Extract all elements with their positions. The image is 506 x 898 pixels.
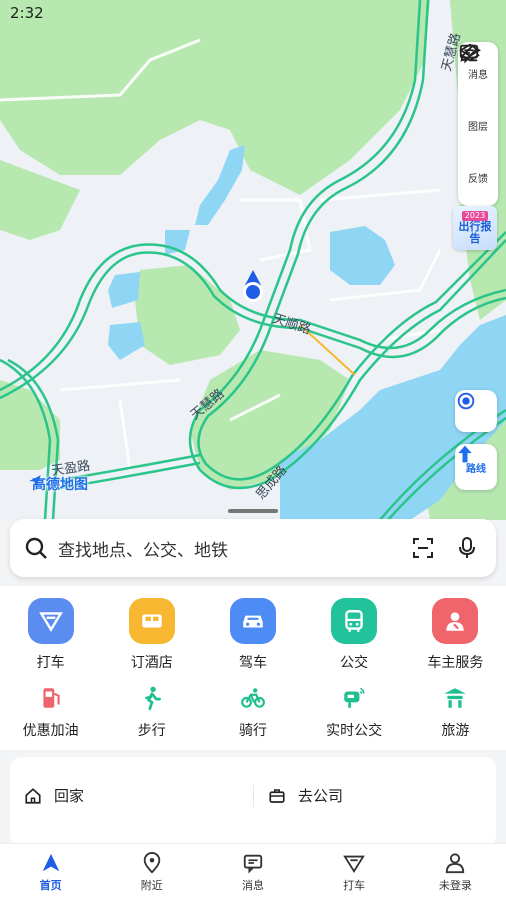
status-time: 2:32 [10,4,44,22]
route-arrow-icon [458,445,472,463]
location-pin-icon [143,852,161,874]
shortcut-card: 回家 去公司 [10,757,496,847]
taxi-icon [343,855,365,873]
user-icon [446,853,465,874]
panel-drag-handle[interactable] [228,509,278,513]
service-taxi[interactable]: 打车 [0,598,101,672]
service-realtime-bus[interactable]: 实时公交 [304,682,405,740]
map-canvas: 天顺路 天慧路 天盈路 思成路 天慧路 [0,0,506,520]
service-grid: 打车 订酒店 驾车 公交 车主服务 优惠加油 步行 骑行 实时公交 旅游 [0,586,506,750]
shortcut-divider [253,785,254,807]
walk-icon [136,682,168,714]
locate-button[interactable] [455,390,497,432]
search-icon [25,537,47,559]
bottom-nav: 首页 附近 消息 打车 未登录 [0,843,506,898]
service-bike[interactable]: 骑行 [202,682,303,740]
bike-icon [237,682,269,714]
map-tool-layers[interactable]: 图层 [458,43,498,150]
service-car-owner[interactable]: 车主服务 [405,598,506,672]
route-button[interactable]: 路线 [455,444,497,490]
service-label: 打车 [36,655,65,671]
report-title: 出行报告 [458,220,492,245]
search-bar[interactable]: 查找地点、公交、地铁 [10,519,496,577]
service-label: 车主服务 [427,655,484,671]
service-label: 实时公交 [326,723,383,739]
travel-icon [439,682,471,714]
service-label: 公交 [340,655,369,671]
nav-home[interactable]: 首页 [0,844,101,898]
bed-icon [128,598,175,644]
map-tool-feedback[interactable]: 反馈 [458,44,498,202]
service-label: 步行 [137,723,166,739]
service-label: 旅游 [441,723,470,739]
map-view[interactable]: 天顺路 天慧路 天盈路 思成路 天慧路 2:32 消息 图层 反馈 2023 出… [0,0,506,520]
edit-pencil-icon [460,44,478,62]
realtime-bus-icon [338,682,370,714]
service-drive[interactable]: 驾车 [202,598,303,672]
nav-label: 附近 [140,879,163,892]
nav-label: 首页 [39,879,62,892]
map-tool-label: 反馈 [468,173,488,185]
service-label: 优惠加油 [22,723,79,739]
nav-label: 打车 [343,879,366,892]
message-square-icon [243,854,263,874]
service-hotel[interactable]: 订酒店 [101,598,202,672]
scan-button[interactable] [408,533,438,563]
shortcut-work[interactable]: 去公司 [268,785,343,806]
amap-logo-icon [29,475,41,487]
car-icon [229,598,276,644]
service-label: 驾车 [238,655,267,671]
home-icon [25,787,41,804]
nav-messages[interactable]: 消息 [202,844,303,898]
microphone-icon [459,537,475,558]
service-fuel[interactable]: 优惠加油 [0,682,101,740]
travel-report-badge[interactable]: 2023 出行报告 [453,206,497,250]
amap-logo: 高德地图 [28,474,88,494]
nav-taxi[interactable]: 打车 [304,844,405,898]
service-travel[interactable]: 旅游 [405,682,506,740]
nav-nearby[interactable]: 附近 [101,844,202,898]
map-toolbar: 消息 图层 反馈 [458,42,498,206]
search-input[interactable]: 查找地点、公交、地铁 [58,536,394,561]
map-tool-label: 图层 [468,121,488,133]
locate-icon [457,392,475,410]
nav-label: 未登录 [438,879,472,892]
shortcut-label: 去公司 [298,787,344,805]
service-bus[interactable]: 公交 [304,598,405,672]
nav-label: 消息 [241,879,264,892]
shortcut-home[interactable]: 回家 [24,785,84,806]
taxi-icon [27,598,74,644]
car-owner-icon [432,598,479,644]
scan-icon [413,538,433,558]
shortcut-label: 回家 [54,787,85,805]
home-arrow-icon [42,853,59,872]
map-tool-label: 消息 [468,69,488,81]
bus-icon [331,598,378,644]
service-walk[interactable]: 步行 [101,682,202,740]
voice-button[interactable] [452,533,482,563]
nav-profile[interactable]: 未登录 [405,844,506,898]
service-label: 订酒店 [130,655,173,671]
briefcase-icon [269,788,285,803]
fuel-icon [35,682,67,714]
service-label: 骑行 [238,723,267,739]
